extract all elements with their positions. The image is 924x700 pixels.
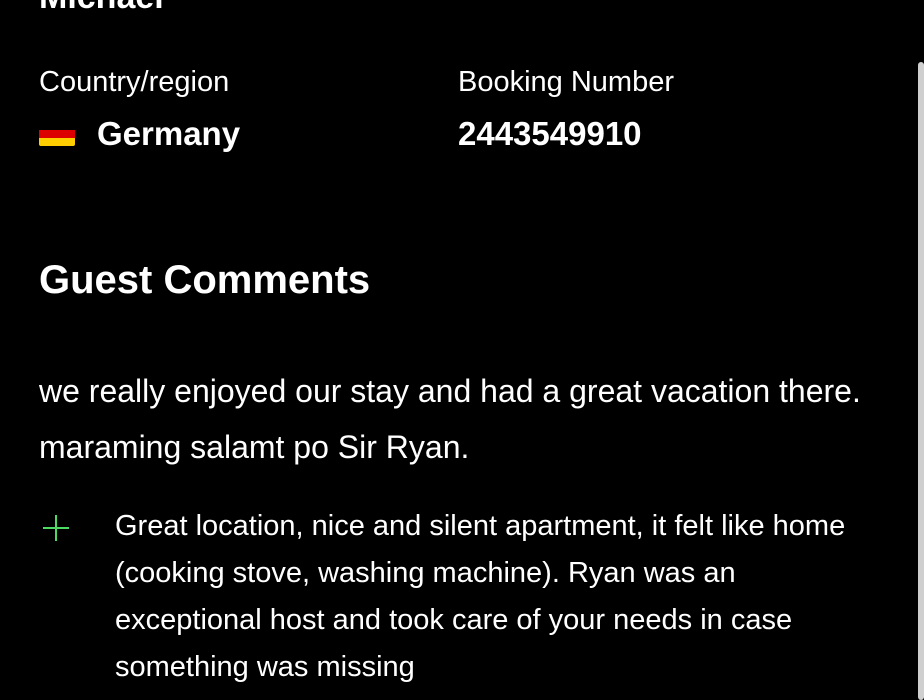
booking-block: Booking Number 2443549910 [458,64,674,154]
scrollbar[interactable] [918,62,924,700]
country-label: Country/region [39,66,230,98]
country-block: Country/region Germany [39,64,240,154]
guest-name: Michael [39,0,164,14]
guest-comments-title: Guest Comments [39,258,371,302]
guest-comment-text: we really enjoyed our stay and had a gre… [39,373,861,465]
plus-icon [43,515,69,541]
booking-number-label: Booking Number [458,66,674,98]
flag-stripe-black [39,122,75,130]
country-value-row: Germany [39,114,240,154]
flag-stripe-gold [39,138,75,146]
guest-review-page: Michael Country/region Germany Booking N… [0,0,924,700]
country-value: Germany [97,115,241,152]
booking-number-value: 2443549910 [458,115,642,152]
flag-stripe-red [39,130,75,138]
germany-flag-icon [39,122,75,146]
positive-comment-text: Great location, nice and silent apartmen… [115,510,846,683]
